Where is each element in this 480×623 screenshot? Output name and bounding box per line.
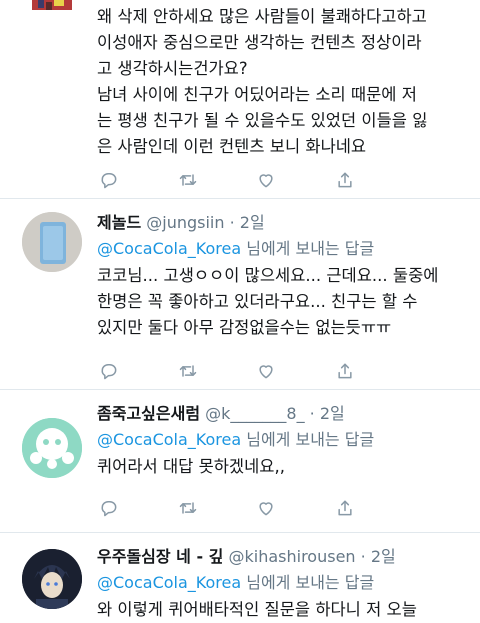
- share-button[interactable]: [333, 168, 357, 192]
- reply-context-label: 님에게 보내는 답글: [241, 239, 375, 258]
- tweet-text: 왜 삭제 안하세요 많은 사람들이 불쾌하다고하고 이성애자 중심으로만 생각하…: [97, 7, 428, 156]
- author-line: 좀죽고싶은새럼 @k_______8_ · 2일: [97, 404, 472, 424]
- retweet-icon: [179, 502, 196, 514]
- retweet-button[interactable]: [176, 496, 200, 520]
- mention-link[interactable]: @CocaCola_Korea: [97, 239, 241, 258]
- retweet-button[interactable]: [176, 168, 200, 192]
- avatar-figure-icon: [32, 0, 72, 10]
- reply-context: @CocaCola_Korea 님에게 보내는 답글: [97, 239, 472, 259]
- author-line: 우주돌심장 네 - 깊 @kihashirousen · 2일: [97, 547, 472, 567]
- reply-button[interactable]: [97, 168, 121, 192]
- avatar[interactable]: [22, 212, 82, 272]
- tweet[interactable]: 왜 삭제 안하세요 많은 사람들이 불쾌하다고하고 이성애자 중심으로만 생각하…: [0, 0, 480, 198]
- share-button[interactable]: [333, 359, 357, 383]
- reply-button[interactable]: [97, 496, 121, 520]
- avatar-ghost-icon: [22, 418, 82, 478]
- tweet[interactable]: 제놀드 @jungsiin · 2일 @CocaCola_Korea 님에게 보…: [0, 199, 480, 389]
- retweet-button[interactable]: [176, 359, 200, 383]
- author-name[interactable]: 우주돌심장 네 - 깊: [97, 547, 223, 566]
- tweet-text: 코코님... 고생ㅇㅇ이 많으세요... 근데요... 둘중에 한명은 꼭 좋아…: [97, 266, 439, 337]
- heart-icon: [259, 365, 273, 379]
- mention-link[interactable]: @CocaCola_Korea: [97, 573, 241, 592]
- share-icon: [338, 172, 352, 188]
- share-icon: [338, 363, 352, 379]
- author-name[interactable]: 좀죽고싶은새럼: [97, 404, 200, 423]
- tweet-text: 퀴어라서 대답 못하겠네요,,: [97, 457, 285, 476]
- retweet-icon: [179, 174, 196, 186]
- reply-context: @CocaCola_Korea 님에게 보내는 답글: [97, 430, 472, 450]
- like-button[interactable]: [254, 496, 278, 520]
- reply-icon: [101, 173, 117, 189]
- reply-context-label: 님에게 보내는 답글: [241, 430, 375, 449]
- reply-icon: [101, 501, 117, 517]
- tweet[interactable]: 우주돌심장 네 - 깊 @kihashirousen · 2일 @CocaCol…: [0, 533, 480, 619]
- like-button[interactable]: [254, 168, 278, 192]
- mention-link[interactable]: @CocaCola_Korea: [97, 430, 241, 449]
- reply-context-label: 님에게 보내는 답글: [241, 573, 375, 592]
- tweet-actions: [97, 496, 357, 520]
- author-name[interactable]: 제놀드: [97, 213, 141, 232]
- avatar-character-icon: [22, 549, 82, 609]
- tweet-text: 와 이렇게 퀴어배타적인 질문을 하다니 저 오늘: [97, 600, 417, 619]
- author-line: 제놀드 @jungsiin · 2일: [97, 213, 472, 233]
- avatar-photo-icon: [22, 212, 82, 272]
- reply-context: @CocaCola_Korea 님에게 보내는 답글: [97, 573, 472, 593]
- author-handle[interactable]: @jungsiin · 2일: [146, 213, 264, 232]
- heart-icon: [259, 174, 273, 188]
- heart-icon: [259, 502, 273, 516]
- share-icon: [338, 500, 352, 516]
- avatar[interactable]: [24, 0, 80, 18]
- share-button[interactable]: [333, 496, 357, 520]
- tweet[interactable]: 좀죽고싶은새럼 @k_______8_ · 2일 @CocaCola_Korea…: [0, 390, 480, 532]
- reply-button[interactable]: [97, 359, 121, 383]
- retweet-icon: [179, 365, 196, 377]
- avatar[interactable]: [22, 549, 82, 609]
- like-button[interactable]: [254, 359, 278, 383]
- author-handle[interactable]: @k_______8_ · 2일: [205, 404, 345, 423]
- tweet-actions: [97, 359, 357, 383]
- author-handle[interactable]: @kihashirousen · 2일: [229, 547, 396, 566]
- avatar[interactable]: [22, 418, 82, 478]
- tweet-actions: [97, 168, 357, 192]
- reply-icon: [101, 364, 117, 380]
